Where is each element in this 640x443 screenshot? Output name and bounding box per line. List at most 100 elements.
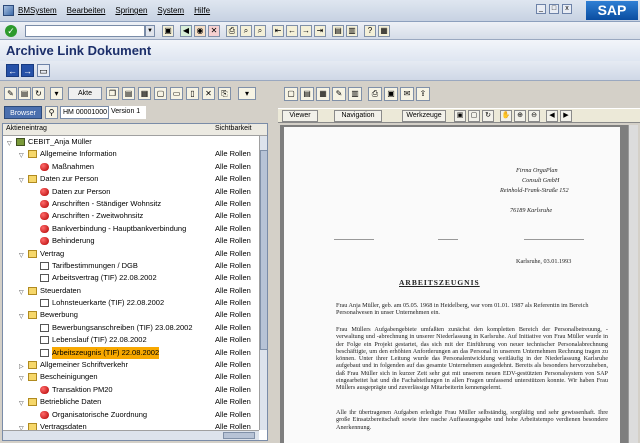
- paste-icon[interactable]: ▤: [122, 87, 135, 100]
- properties-icon[interactable]: ▦: [316, 87, 330, 101]
- zoom-out-icon[interactable]: ⊖: [528, 110, 540, 122]
- dropdown-icon[interactable]: ▾: [50, 87, 63, 100]
- tree-row[interactable]: Lebenslauf (TIF) 22.08.2002 Alle Rollen: [3, 334, 267, 346]
- attach-icon[interactable]: ⎘: [218, 87, 231, 100]
- link-icon[interactable]: ⚲: [45, 106, 58, 119]
- open-document-icon[interactable]: ▤: [300, 87, 314, 101]
- first-page-icon[interactable]: ⇤: [272, 25, 284, 37]
- menu-bmsystem[interactable]: BMSystem: [18, 6, 57, 15]
- fit-icon[interactable]: ▢: [468, 110, 480, 122]
- hand-icon[interactable]: ✋: [500, 110, 512, 122]
- edit-icon[interactable]: ✎: [4, 87, 17, 100]
- export-icon[interactable]: ⇪: [416, 87, 430, 101]
- viewer-vertical-scrollbar[interactable]: [628, 125, 638, 443]
- last-page-icon[interactable]: ⇥: [314, 25, 326, 37]
- menu-hilfe[interactable]: Hilfe: [194, 6, 210, 15]
- menu-system[interactable]: System: [157, 6, 184, 15]
- zoom-in-icon[interactable]: ⊕: [514, 110, 526, 122]
- prev-page-viewer-icon[interactable]: ◀: [546, 110, 558, 122]
- tree-vertical-scrollbar[interactable]: [259, 136, 267, 430]
- save-icon[interactable]: ▣: [162, 25, 174, 37]
- system-menu-icon[interactable]: [3, 5, 14, 16]
- arrow-left-icon[interactable]: ←: [6, 64, 19, 77]
- tools-menu[interactable]: Werkzeuge: [402, 110, 446, 122]
- akte-button[interactable]: Akte: [68, 87, 102, 100]
- close-icon[interactable]: x: [562, 4, 572, 14]
- tree-row[interactable]: Arbeitsvertrag (TIF) 22.08.2002 Alle Roll…: [3, 272, 267, 284]
- tree-row[interactable]: Bewerbungsanschreiben (TIF) 23.08.2002 Al…: [3, 322, 267, 334]
- next-page-viewer-icon[interactable]: ▶: [560, 110, 572, 122]
- find-next-icon[interactable]: ⌕: [254, 25, 266, 37]
- new-session-icon[interactable]: ▤: [332, 25, 344, 37]
- tree-row[interactable]: ▽ Steuerdaten Alle Rollen: [3, 285, 267, 297]
- folder-icon[interactable]: ▭: [170, 87, 183, 100]
- tree-row[interactable]: Behinderung Alle Rollen: [3, 235, 267, 247]
- print-document-icon[interactable]: ⎙: [368, 87, 382, 101]
- document-viewer-pane: ▢ ▤ ▦ ✎ ▥ ⎙ ▣ ✉ ⇪ Viewer Navigation Werk…: [278, 85, 640, 443]
- menu-bearbeiten[interactable]: Bearbeiten: [67, 6, 106, 15]
- rotate-icon[interactable]: ↻: [482, 110, 494, 122]
- refresh-icon[interactable]: ↻: [32, 87, 45, 100]
- annotation-icon[interactable]: ✎: [332, 87, 346, 101]
- tree-row[interactable]: Tarifbestimmungen / DGB Alle Rollen: [3, 260, 267, 272]
- delete-icon[interactable]: ✕: [202, 87, 215, 100]
- tree-row[interactable]: ▽ Betriebliche Daten Alle Rollen: [3, 396, 267, 408]
- minimize-icon[interactable]: _: [536, 4, 546, 14]
- document-icon: [40, 323, 49, 332]
- command-dropdown-icon[interactable]: ▼: [145, 25, 155, 37]
- tree-row[interactable]: Anschriften - Ständiger Wohnsitz Alle Rol…: [3, 198, 267, 210]
- help-icon[interactable]: ?: [364, 25, 376, 37]
- details-icon[interactable]: ▤: [18, 87, 31, 100]
- note-icon[interactable]: ▢: [154, 87, 167, 100]
- new-document-icon[interactable]: ▢: [284, 87, 298, 101]
- exit-icon[interactable]: ◉: [194, 25, 206, 37]
- viewer-menu[interactable]: Viewer: [282, 110, 318, 122]
- tree-row[interactable]: ▽ Bescheinigungen Alle Rollen: [3, 371, 267, 383]
- tree-row[interactable]: ▷ Allgemeiner Schriftverkehr Alle Rollen: [3, 359, 267, 371]
- more-icon[interactable]: ▾: [238, 87, 256, 100]
- tree-horizontal-scrollbar[interactable]: [3, 430, 259, 440]
- maximize-icon[interactable]: □: [549, 4, 559, 14]
- tree-row[interactable]: Arbeitszeugnis (TIF) 22.08.2002 Alle Roll…: [3, 346, 267, 360]
- entry-column-header[interactable]: Aktieneintrag: [6, 125, 47, 132]
- arrow-right-icon[interactable]: →: [21, 64, 34, 77]
- print-icon[interactable]: ⎙: [226, 25, 238, 37]
- tree-row[interactable]: Maßnahmen Alle Rollen: [3, 161, 267, 173]
- mail-icon[interactable]: ✉: [400, 87, 414, 101]
- check-icon[interactable]: ✓: [5, 25, 17, 37]
- tree-row[interactable]: Daten zur Person Alle Rollen: [3, 186, 267, 198]
- prev-page-icon[interactable]: ←: [286, 25, 298, 37]
- browser-tab[interactable]: Browser: [4, 106, 42, 119]
- document-icon[interactable]: ▯: [186, 87, 199, 100]
- cancel-icon[interactable]: ✕: [208, 25, 220, 37]
- shortcut-icon[interactable]: ▥: [346, 25, 358, 37]
- navigation-menu[interactable]: Navigation: [334, 110, 382, 122]
- layout-icon[interactable]: ▦: [138, 87, 151, 100]
- copy-icon[interactable]: ❐: [106, 87, 119, 100]
- command-field[interactable]: [25, 25, 145, 37]
- tree-row[interactable]: ▽ CEBIT_Anja Müller: [3, 136, 267, 148]
- window-icon[interactable]: ▭: [37, 64, 50, 77]
- tree-row[interactable]: ▽ Vertrag Alle Rollen: [3, 248, 267, 260]
- tree-row-visibility: Alle Rollen: [215, 322, 251, 332]
- find-icon[interactable]: ⌕: [240, 25, 252, 37]
- back-icon[interactable]: ◀: [180, 25, 192, 37]
- image-icon[interactable]: ▣: [454, 110, 466, 122]
- tree-row[interactable]: ▽ Allgemeine Information Alle Rollen: [3, 148, 267, 160]
- tree-row[interactable]: Anschriften - Zweitwohnsitz Alle Rollen: [3, 210, 267, 222]
- next-page-icon[interactable]: →: [300, 25, 312, 37]
- tree-row[interactable]: Organisatorische Zuordnung Alle Rollen: [3, 409, 267, 421]
- page-title: Archive Link Dokument: [6, 43, 152, 58]
- tree-row[interactable]: ▽ Bewerbung Alle Rollen: [3, 309, 267, 321]
- scroll-thumb[interactable]: [260, 150, 267, 350]
- save-document-icon[interactable]: ▣: [384, 87, 398, 101]
- tree-row[interactable]: ▽ Daten zur Person Alle Rollen: [3, 173, 267, 185]
- layout-menu-icon[interactable]: ▦: [378, 25, 390, 37]
- visibility-column-header[interactable]: Sichtbarkeit: [215, 125, 252, 132]
- scroll-thumb[interactable]: [223, 432, 255, 439]
- tree-row[interactable]: Transaktion PM20 Alle Rollen: [3, 384, 267, 396]
- tree-row[interactable]: Lohnsteuerkarte (TIF) 22.08.2002 Alle Rol…: [3, 297, 267, 309]
- tree-row[interactable]: Bankverbindung - Hauptbankverbindung Alle…: [3, 223, 267, 235]
- document-list-icon[interactable]: ▥: [348, 87, 362, 101]
- menu-springen[interactable]: Springen: [115, 6, 147, 15]
